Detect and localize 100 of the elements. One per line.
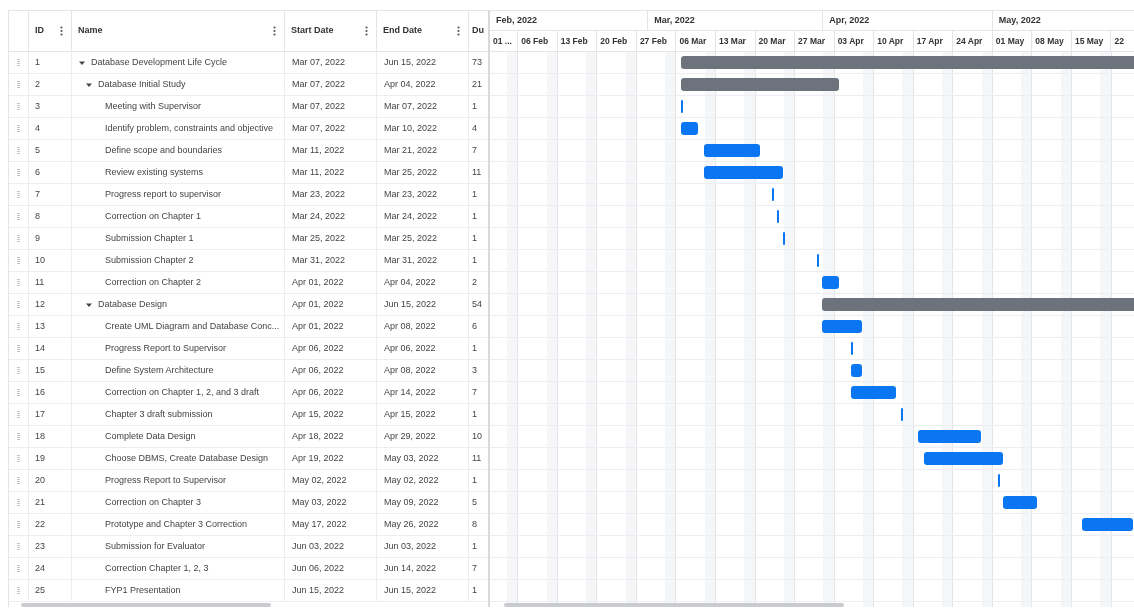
- drag-handle-icon[interactable]: [17, 81, 20, 88]
- end-date-cell-text: Mar 25, 2022: [384, 231, 438, 245]
- duration-cell-text: 1: [472, 253, 477, 267]
- task-bar[interactable]: [997, 474, 1000, 487]
- duration-cell-text: 7: [472, 385, 477, 399]
- start-date-cell-text: Mar 11, 2022: [292, 165, 345, 179]
- id-cell-text: 2: [35, 77, 40, 91]
- week-header: 01 ...: [493, 34, 512, 48]
- drag-handle-icon[interactable]: [17, 213, 20, 220]
- drag-handle-icon[interactable]: [17, 367, 20, 374]
- drag-handle-icon[interactable]: [17, 587, 20, 594]
- column-header[interactable]: ID: [35, 24, 44, 38]
- drag-handle-icon[interactable]: [17, 345, 20, 352]
- drag-handle-icon[interactable]: [17, 433, 20, 440]
- task-bar[interactable]: [901, 408, 904, 421]
- scrollbar-thumb[interactable]: [21, 603, 271, 607]
- week-header: 27 Mar: [798, 34, 825, 48]
- start-date-cell-text: May 02, 2022: [292, 473, 347, 487]
- summary-bar[interactable]: [681, 56, 1134, 69]
- drag-handle-icon[interactable]: [17, 499, 20, 506]
- task-bar[interactable]: [850, 386, 896, 399]
- drag-handle-icon[interactable]: [17, 301, 20, 308]
- task-bar[interactable]: [771, 188, 774, 201]
- week-header: 13 Feb: [560, 34, 588, 48]
- task-bar[interactable]: [782, 232, 785, 245]
- summary-bar[interactable]: [822, 298, 1134, 311]
- id-cell-text: 5: [35, 143, 40, 157]
- week-header: 06 Mar: [679, 34, 707, 48]
- caret-icon[interactable]: [86, 81, 92, 88]
- task-bar[interactable]: [681, 122, 699, 135]
- end-date-cell-text: Mar 24, 2022: [384, 209, 438, 223]
- end-date-cell-text: Mar 23, 2022: [384, 187, 438, 201]
- end-date-cell-text: Mar 25, 2022: [384, 165, 438, 179]
- duration-cell-text: 1: [472, 407, 477, 421]
- start-date-cell-text: Apr 19, 2022: [292, 451, 344, 465]
- duration-cell-text: 1: [472, 187, 477, 201]
- column-menu-icon[interactable]: [60, 26, 63, 36]
- drag-handle-icon[interactable]: [17, 103, 20, 110]
- week-header: 10 Apr: [877, 34, 904, 48]
- task-name: FYP1 Presentation: [105, 583, 181, 597]
- task-bar[interactable]: [850, 364, 862, 377]
- drag-handle-icon[interactable]: [17, 191, 20, 198]
- column-header[interactable]: Name: [78, 24, 103, 38]
- drag-handle-icon[interactable]: [17, 59, 20, 66]
- task-bar[interactable]: [1082, 518, 1134, 531]
- task-name: Choose DBMS, Create Database Design: [105, 451, 269, 465]
- drag-handle-icon[interactable]: [17, 323, 20, 330]
- duration-cell-text: 1: [472, 231, 477, 245]
- start-date-cell-text: May 17, 2022: [292, 517, 347, 531]
- drag-handle-icon[interactable]: [17, 543, 20, 550]
- week-header: 17 Apr: [916, 34, 943, 48]
- summary-bar[interactable]: [681, 78, 840, 91]
- week-header: 03 Apr: [837, 34, 864, 48]
- end-date-cell-text: May 09, 2022: [384, 495, 439, 509]
- week-header: 24 Apr: [956, 34, 983, 48]
- drag-handle-icon[interactable]: [17, 257, 20, 264]
- column-header[interactable]: Start Date: [291, 24, 334, 38]
- task-bar[interactable]: [1003, 496, 1038, 509]
- drag-handle-icon[interactable]: [17, 235, 20, 242]
- drag-handle-icon[interactable]: [17, 565, 20, 572]
- duration-cell-text: 1: [472, 209, 477, 223]
- task-bar[interactable]: [822, 276, 840, 289]
- task-bar[interactable]: [681, 100, 684, 113]
- end-date-cell-text: Jun 03, 2022: [384, 539, 437, 553]
- end-date-cell-text: Apr 08, 2022: [384, 319, 436, 333]
- id-cell-text: 17: [35, 407, 45, 421]
- id-cell-text: 12: [35, 297, 45, 311]
- duration-cell-text: 1: [472, 583, 477, 597]
- start-date-cell-text: Mar 31, 2022: [292, 253, 346, 267]
- drag-handle-icon[interactable]: [17, 147, 20, 154]
- end-date-cell-text: May 03, 2022: [384, 451, 439, 465]
- start-date-cell-text: Mar 25, 2022: [292, 231, 346, 245]
- task-bar[interactable]: [777, 210, 780, 223]
- drag-handle-icon[interactable]: [17, 125, 20, 132]
- scrollbar-thumb[interactable]: [504, 603, 844, 607]
- caret-icon[interactable]: [86, 301, 92, 308]
- id-cell-text: 9: [35, 231, 40, 245]
- column-menu-icon[interactable]: [365, 26, 368, 36]
- task-bar[interactable]: [850, 342, 853, 355]
- drag-handle-icon[interactable]: [17, 521, 20, 528]
- column-header[interactable]: Du: [472, 24, 484, 38]
- column-menu-icon[interactable]: [457, 26, 460, 36]
- drag-handle-icon[interactable]: [17, 455, 20, 462]
- task-bar[interactable]: [703, 144, 761, 157]
- column-header[interactable]: End Date: [383, 24, 422, 38]
- drag-handle-icon[interactable]: [17, 477, 20, 484]
- task-bar[interactable]: [816, 254, 819, 267]
- start-date-cell-text: Mar 23, 2022: [292, 187, 346, 201]
- task-name: Correction Chapter 1, 2, 3: [105, 561, 209, 575]
- column-menu-icon[interactable]: [273, 26, 276, 36]
- drag-handle-icon[interactable]: [17, 389, 20, 396]
- task-name: Submission for Evaluator: [105, 539, 206, 553]
- drag-handle-icon[interactable]: [17, 411, 20, 418]
- duration-cell-text: 2: [472, 275, 477, 289]
- duration-cell-text: 11: [472, 451, 482, 465]
- task-name: Complete Data Design: [105, 429, 196, 443]
- caret-icon[interactable]: [79, 59, 85, 66]
- drag-handle-icon[interactable]: [17, 279, 20, 286]
- drag-handle-icon[interactable]: [17, 169, 20, 176]
- duration-cell-text: 11: [472, 165, 482, 179]
